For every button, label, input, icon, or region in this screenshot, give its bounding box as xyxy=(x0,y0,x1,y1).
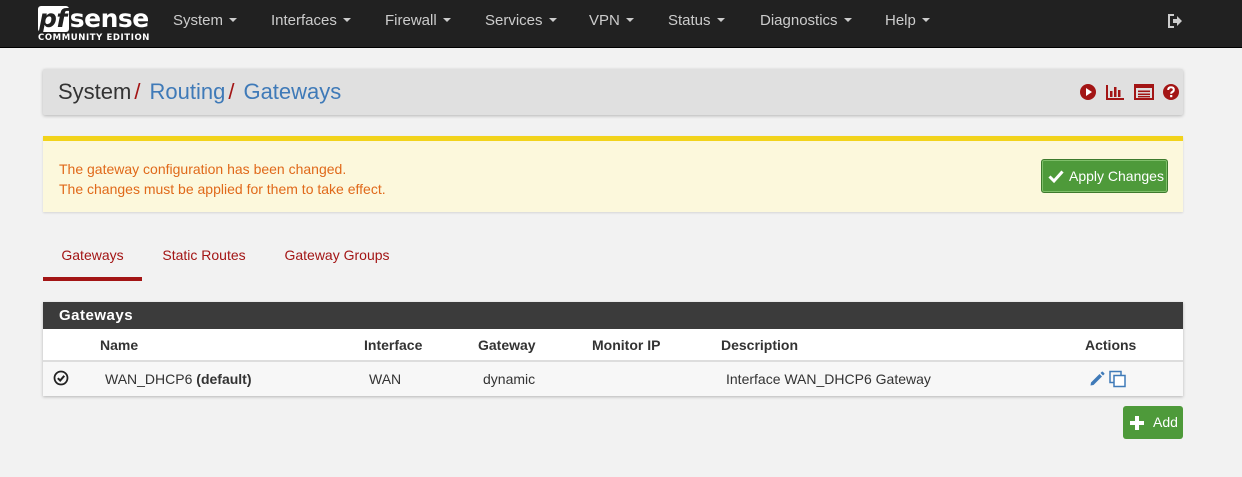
log-list-icon[interactable] xyxy=(1134,83,1154,101)
table-row: WAN_DHCP6 (default) WAN dynamic Interfac… xyxy=(43,362,1183,396)
logo-wordmark: pf sense xyxy=(38,4,149,34)
gateways-panel-title: Gateways xyxy=(43,302,1183,329)
nav-status[interactable]: Status xyxy=(668,0,725,48)
gateway-address: dynamic xyxy=(483,371,536,387)
nav-help-label: Help xyxy=(885,12,916,29)
add-gateway-button[interactable]: Add xyxy=(1123,406,1183,439)
breadcrumb-routing-link[interactable]: Routing xyxy=(149,79,225,104)
column-header-description[interactable]: Description xyxy=(721,337,798,353)
alert-line-1: The gateway configuration has been chang… xyxy=(59,161,347,177)
apply-changes-label: Apply Changes xyxy=(1069,168,1164,184)
alert-line-2: The changes must be applied for them to … xyxy=(59,181,386,197)
breadcrumb-icons xyxy=(1079,83,1179,101)
nav-vpn-label: VPN xyxy=(589,12,620,29)
nav-firewall-label: Firewall xyxy=(385,12,437,29)
caret-down-icon xyxy=(548,18,557,23)
nav-system-label: System xyxy=(173,12,224,29)
tab-gateway-groups-label: Gateway Groups xyxy=(284,247,390,263)
tab-static-routes[interactable]: Static Routes xyxy=(153,232,255,281)
top-navbar: pf sense COMMUNITY EDITION System Interfa… xyxy=(0,0,1242,48)
gateway-description: Interface WAN_DHCP6 Gateway xyxy=(726,371,931,387)
breadcrumb-separator: / xyxy=(134,79,141,104)
nav-firewall[interactable]: Firewall xyxy=(385,0,451,48)
breadcrumb-system: System xyxy=(58,79,132,104)
tab-gateways-label: Gateways xyxy=(61,247,124,263)
column-header-name[interactable]: Name xyxy=(100,337,138,353)
caret-down-icon xyxy=(342,18,351,23)
gateway-name: WAN_DHCP6 (default) xyxy=(105,371,252,387)
plus-icon xyxy=(1130,416,1144,430)
tab-static-routes-label: Static Routes xyxy=(162,247,246,263)
caret-down-icon xyxy=(625,18,634,23)
pfsense-logo[interactable]: pf sense COMMUNITY EDITION xyxy=(38,4,150,44)
sign-out-icon[interactable] xyxy=(1166,12,1184,30)
column-header-actions: Actions xyxy=(1085,337,1137,353)
nav-interfaces-label: Interfaces xyxy=(271,12,337,29)
breadcrumb: System / Routing / Gateways xyxy=(58,69,341,115)
check-icon xyxy=(1048,170,1064,184)
play-circle-icon[interactable] xyxy=(1079,83,1097,101)
nav-services[interactable]: Services xyxy=(485,0,557,48)
caret-down-icon xyxy=(843,18,852,23)
check-circle-icon xyxy=(53,370,69,386)
copy-icon[interactable] xyxy=(1108,370,1128,388)
nav-system[interactable]: System xyxy=(173,0,238,48)
nav-interfaces[interactable]: Interfaces xyxy=(271,0,351,48)
nav-diagnostics-label: Diagnostics xyxy=(760,12,838,29)
bar-chart-icon[interactable] xyxy=(1105,83,1125,101)
logo-prefix: pf xyxy=(38,4,69,33)
caret-down-icon xyxy=(921,18,930,23)
breadcrumb-separator: / xyxy=(228,79,235,104)
caret-down-icon xyxy=(716,18,725,23)
logo-edition: COMMUNITY EDITION xyxy=(38,33,150,43)
nav-status-label: Status xyxy=(668,12,711,29)
caret-down-icon xyxy=(229,18,238,23)
tab-gateway-groups[interactable]: Gateway Groups xyxy=(276,232,398,281)
gateway-name-value: WAN_DHCP6 xyxy=(105,371,193,387)
nav-diagnostics[interactable]: Diagnostics xyxy=(760,0,852,48)
add-label: Add xyxy=(1153,414,1178,430)
config-changed-alert: The gateway configuration has been chang… xyxy=(43,136,1183,212)
apply-changes-button[interactable]: Apply Changes xyxy=(1041,159,1168,193)
nav-services-label: Services xyxy=(485,12,543,29)
pencil-edit-icon[interactable] xyxy=(1088,370,1106,388)
alert-message: The gateway configuration has been chang… xyxy=(59,159,386,199)
column-header-interface[interactable]: Interface xyxy=(364,337,422,353)
column-header-gateway[interactable]: Gateway xyxy=(478,337,536,353)
caret-down-icon xyxy=(442,18,451,23)
default-label: (default) xyxy=(196,371,252,387)
gateway-interface: WAN xyxy=(369,371,402,387)
tab-gateways[interactable]: Gateways xyxy=(43,232,142,281)
logo-name: sense xyxy=(69,4,149,33)
breadcrumb-panel: System / Routing / Gateways xyxy=(43,69,1183,115)
nav-help[interactable]: Help xyxy=(885,0,930,48)
nav-vpn[interactable]: VPN xyxy=(589,0,634,48)
gateways-panel: Gateways Name Interface Gateway Monitor … xyxy=(43,302,1183,396)
help-question-icon[interactable] xyxy=(1162,83,1180,101)
column-header-monitor-ip[interactable]: Monitor IP xyxy=(592,337,660,353)
breadcrumb-gateways-link[interactable]: Gateways xyxy=(243,79,341,104)
